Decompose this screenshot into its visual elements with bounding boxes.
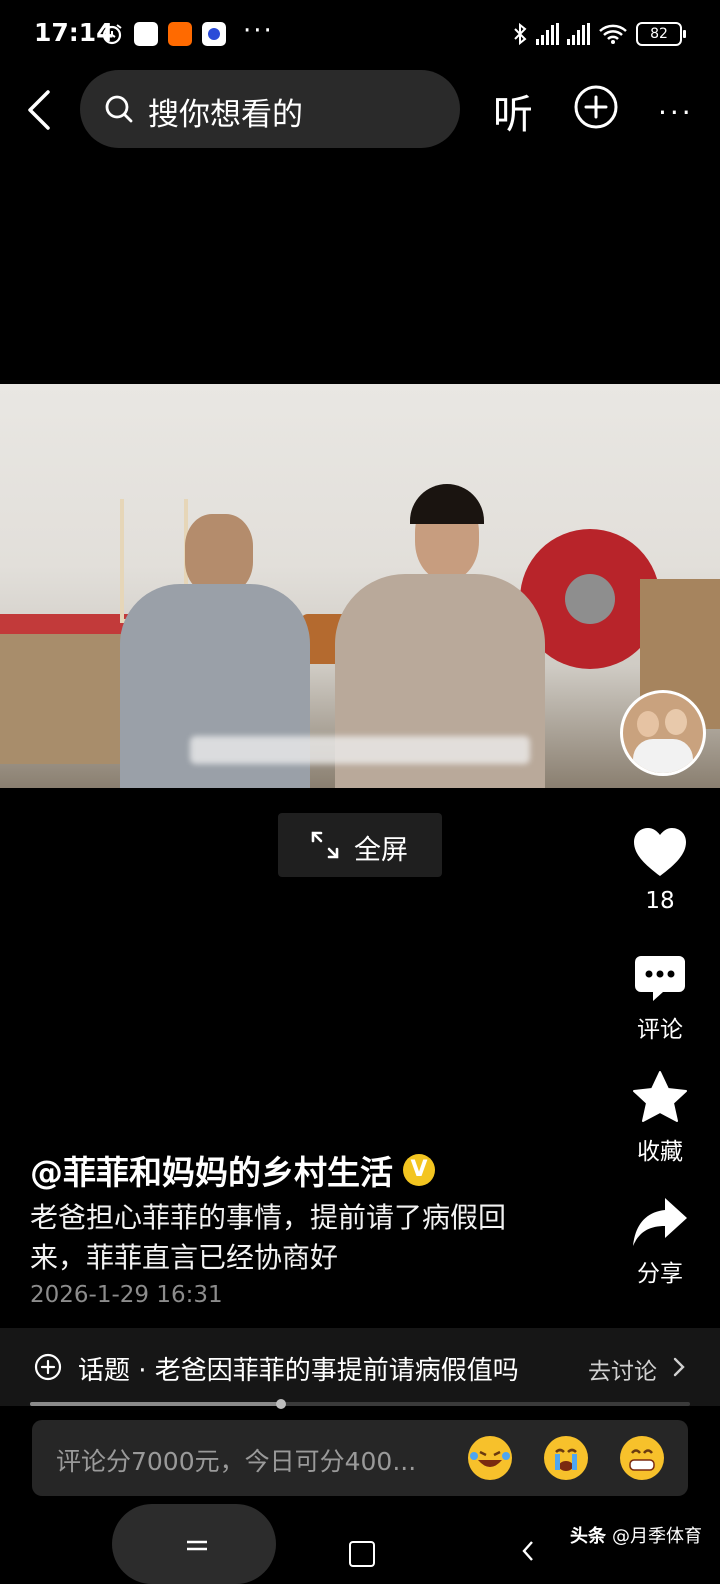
menu-icon[interactable] [186, 1540, 208, 1556]
comment-icon [635, 956, 685, 1001]
topic-add-icon [34, 1353, 62, 1381]
watermark-account: @月季体育 [612, 1526, 702, 1547]
add-icon[interactable] [573, 84, 619, 130]
search-placeholder: 搜你想看的 [148, 97, 303, 133]
fullscreen-button[interactable]: 全屏 [278, 813, 442, 877]
expand-icon [311, 831, 339, 859]
topic-text: 话题 · 老爸因菲菲的事提前请病假值吗 [78, 1356, 519, 1386]
woman-hair [410, 484, 484, 524]
status-bar: 17:14 ··· 82 [0, 0, 720, 68]
watermark-brand: 头条 [570, 1526, 606, 1547]
video-subtitle [190, 736, 530, 764]
comment-label: 评论 [637, 1017, 683, 1043]
fullscreen-label: 全屏 [354, 835, 408, 866]
share-label: 分享 [637, 1261, 683, 1287]
search-icon [105, 95, 133, 123]
baidu-icon [202, 22, 226, 46]
topic-bar[interactable]: 话题 · 老爸因菲菲的事提前请病假值吗 去讨论 [0, 1328, 720, 1406]
grin-emoji-icon[interactable] [620, 1436, 664, 1480]
signal-icon [536, 23, 559, 45]
status-indicators: 82 [512, 20, 686, 48]
signal-icon-2 [567, 23, 590, 45]
comment-placeholder: 评论分7000元，今日可分400... [56, 1447, 417, 1476]
favorite-label: 收藏 [637, 1139, 683, 1165]
listen-button[interactable]: 听 [493, 82, 533, 140]
author-name[interactable]: @菲菲和妈妈的乡村生活 [30, 1146, 393, 1194]
like-button[interactable]: 18 [628, 826, 692, 914]
chevron-right-icon [673, 1357, 685, 1377]
status-more: ··· [243, 16, 274, 46]
verified-badge-icon: V [403, 1154, 435, 1186]
mi-icon [168, 22, 192, 46]
home-icon[interactable] [349, 1541, 375, 1567]
progress-handle[interactable] [275, 1399, 286, 1409]
share-button[interactable]: 分享 [628, 1196, 692, 1288]
search-input[interactable]: 搜你想看的 [80, 70, 460, 148]
favorite-button[interactable]: 收藏 [628, 1070, 692, 1166]
video-player[interactable] [0, 384, 720, 788]
heart-icon [634, 828, 686, 876]
battery-icon: 82 [636, 22, 686, 46]
app-notification-icon [134, 22, 158, 46]
star-icon [633, 1071, 687, 1122]
table-base [0, 634, 140, 764]
back-icon[interactable] [18, 86, 62, 134]
share-icon [633, 1198, 687, 1246]
wifi-icon [599, 24, 627, 44]
more-icon[interactable]: ··· [658, 96, 694, 129]
crying-emoji-icon[interactable] [544, 1436, 588, 1480]
post-date: 2026-1-29 16:31 [30, 1282, 223, 1308]
like-count: 18 [645, 888, 675, 914]
post-caption: 老爸担心菲菲的事情，提前请了病假回来，菲菲直言已经协商好 [30, 1201, 507, 1274]
progress-fill [30, 1402, 281, 1406]
bluetooth-icon [514, 22, 527, 46]
comment-button[interactable]: 评论 [628, 954, 692, 1044]
man-head [185, 514, 253, 594]
author-avatar[interactable] [620, 690, 706, 776]
comment-input[interactable]: 评论分7000元，今日可分400... [32, 1420, 688, 1496]
author-name-row[interactable]: @菲菲和妈妈的乡村生活 V [30, 1146, 435, 1194]
nav-back-icon[interactable] [520, 1540, 536, 1562]
video-progress-bar[interactable] [30, 1399, 690, 1409]
watermark: 头条 @月季体育 [570, 1522, 702, 1548]
laugh-cry-emoji-icon[interactable] [468, 1436, 512, 1480]
alarm-icon [102, 24, 122, 45]
discuss-link[interactable]: 去讨论 [588, 1352, 657, 1386]
